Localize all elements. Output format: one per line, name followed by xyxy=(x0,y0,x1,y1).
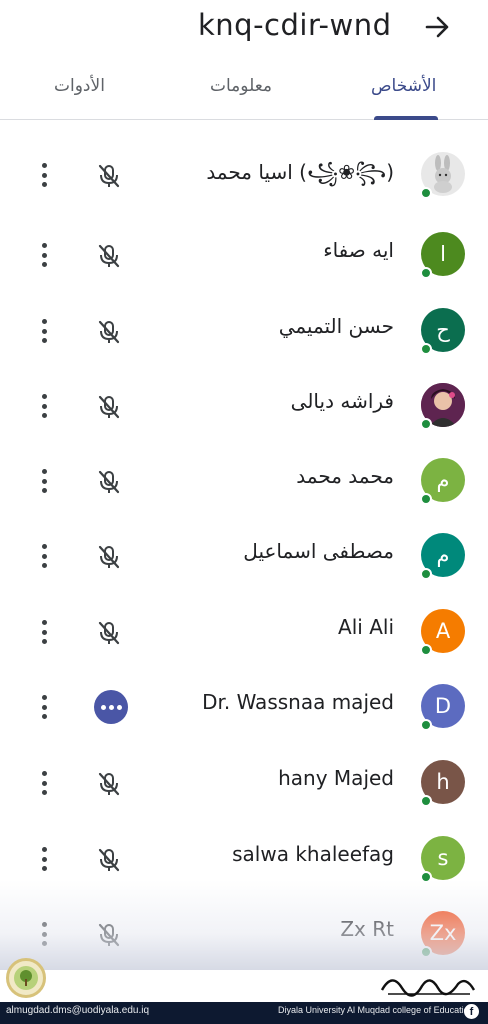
participant-name: Ali Ali xyxy=(338,615,394,639)
participant-row[interactable]: ايه صفاء ا xyxy=(0,216,488,286)
active-tab-indicator xyxy=(374,116,438,120)
arrow-right-icon[interactable] xyxy=(418,10,458,44)
more-options-icon[interactable] xyxy=(34,466,54,496)
online-status-dot xyxy=(420,343,432,355)
college-seal-logo xyxy=(6,958,46,998)
more-options-icon[interactable] xyxy=(34,160,54,190)
avatar-initial: D xyxy=(434,694,452,718)
more-options-icon[interactable] xyxy=(34,541,54,571)
tab-bar: الأدوات معلومات الأشخاص xyxy=(0,62,488,120)
participant-name: ايه صفاء xyxy=(323,238,394,262)
avatar-initial: ا xyxy=(440,242,446,266)
mic-off-icon xyxy=(95,543,123,571)
avatar-initial: ح xyxy=(436,318,450,342)
mic-off-icon xyxy=(95,393,123,421)
participant-name: Dr. Wassnaa majed xyxy=(202,690,394,714)
meeting-header: knq-cdir-wnd xyxy=(0,0,488,58)
tab-info[interactable]: معلومات xyxy=(210,76,272,96)
online-status-dot xyxy=(420,493,432,505)
more-options-icon[interactable] xyxy=(34,240,54,270)
participant-name: حسن التميمي xyxy=(278,314,394,338)
mic-off-icon xyxy=(95,242,123,270)
participant-row[interactable]: hany Majed h xyxy=(0,744,488,814)
online-status-dot xyxy=(420,644,432,656)
participant-row[interactable]: Ali Ali A xyxy=(0,593,488,663)
mic-off-icon xyxy=(95,162,123,190)
avatar-initial: م xyxy=(436,468,450,492)
participant-name: salwa khaleefag xyxy=(232,842,394,866)
online-status-dot xyxy=(420,187,432,199)
participant-name: hany Majed xyxy=(278,766,394,790)
more-options-icon[interactable] xyxy=(34,692,54,722)
participant-row[interactable]: فراشه ديالى xyxy=(0,367,488,437)
participant-row[interactable]: مصطفى اسماعيل م xyxy=(0,517,488,587)
participant-row[interactable]: Dr. Wassnaa majed D xyxy=(0,668,488,738)
mic-off-icon xyxy=(95,468,123,496)
avatar-initial: م xyxy=(436,543,450,567)
online-status-dot xyxy=(420,568,432,580)
avatar-initial: s xyxy=(437,846,449,870)
participant-row[interactable]: اسيا محمد (꧁❀꧂) xyxy=(0,136,488,206)
speaking-indicator-icon xyxy=(94,690,128,724)
participant-name: اسيا محمد (꧁❀꧂) xyxy=(206,160,394,184)
online-status-dot xyxy=(420,418,432,430)
facebook-icon[interactable]: f xyxy=(464,1004,479,1019)
participant-name: فراشه ديالى xyxy=(290,389,394,413)
participant-row[interactable]: حسن التميمي ح xyxy=(0,292,488,362)
participant-name: مصطفى اسماعيل xyxy=(243,539,394,563)
more-options-icon[interactable] xyxy=(34,768,54,798)
more-options-icon[interactable] xyxy=(34,844,54,874)
participant-name: محمد محمد xyxy=(296,464,394,488)
online-status-dot xyxy=(420,795,432,807)
more-options-icon[interactable] xyxy=(34,391,54,421)
avatar-initial: h xyxy=(436,770,450,794)
footer-email: almugdad.dms@uodiyala.edu.iq xyxy=(6,1005,150,1016)
mic-off-icon xyxy=(95,619,123,647)
participant-row[interactable]: محمد محمد م xyxy=(0,442,488,512)
mic-off-icon xyxy=(95,770,123,798)
college-calligraphy-logo xyxy=(378,966,478,1006)
online-status-dot xyxy=(420,267,432,279)
meeting-code: knq-cdir-wnd xyxy=(198,8,392,42)
online-status-dot xyxy=(420,719,432,731)
tab-people[interactable]: الأشخاص xyxy=(371,76,436,96)
more-options-icon[interactable] xyxy=(34,617,54,647)
mic-off-icon xyxy=(95,846,123,874)
bottom-fade-overlay xyxy=(0,880,488,970)
tab-tools[interactable]: الأدوات xyxy=(54,76,105,96)
footer-college: Diyala University Al Muqdad college of E… xyxy=(278,1005,474,1015)
more-options-icon[interactable] xyxy=(34,316,54,346)
avatar-initial: A xyxy=(435,619,451,643)
mic-off-icon xyxy=(95,318,123,346)
